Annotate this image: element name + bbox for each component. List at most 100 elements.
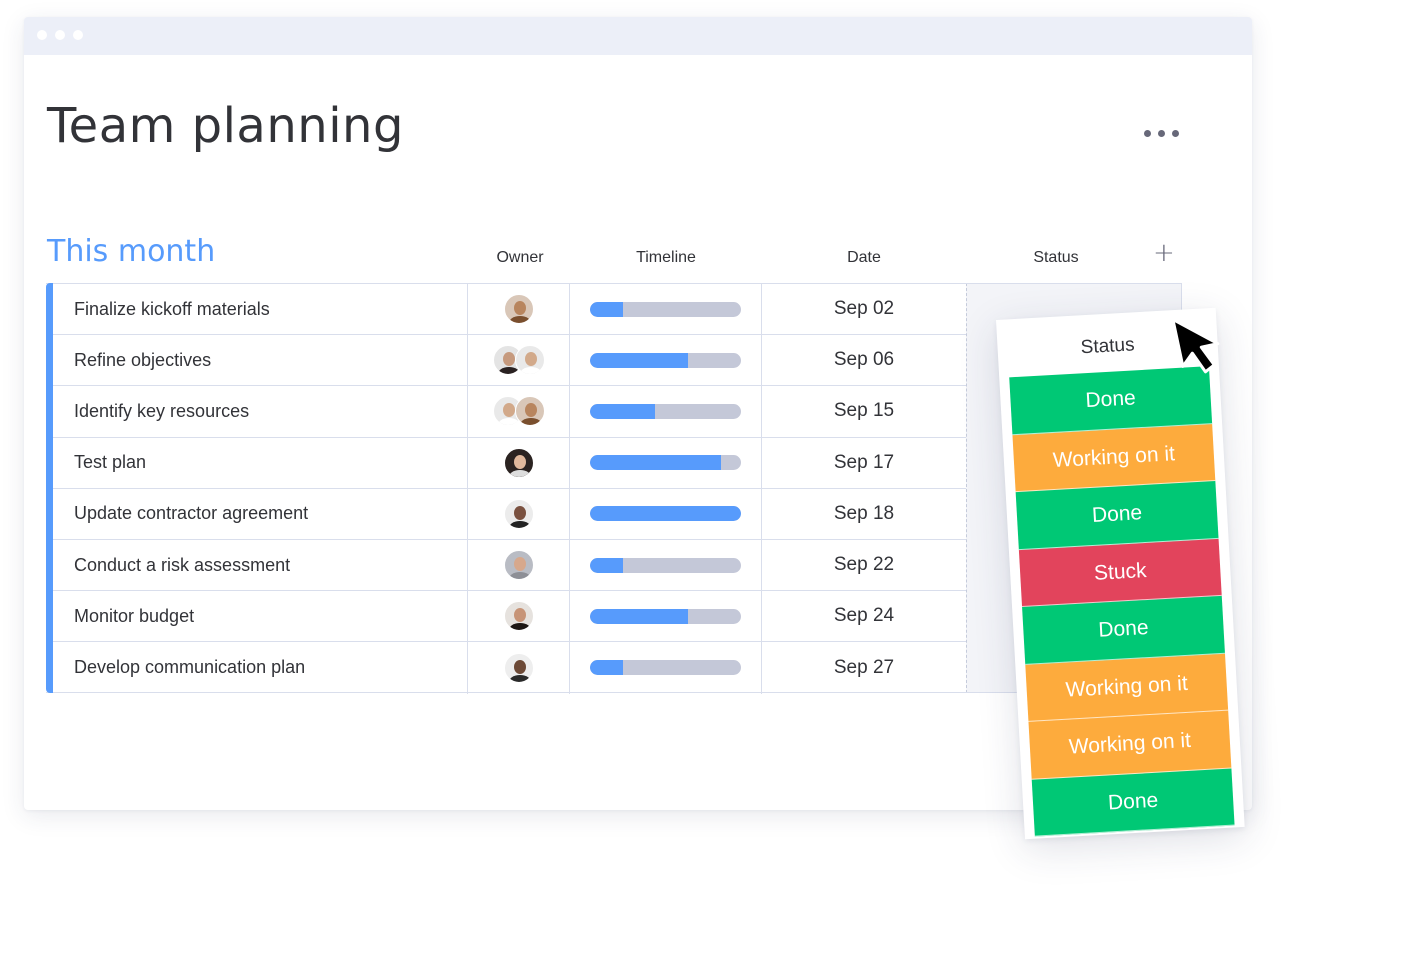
- timeline-bar[interactable]: [590, 455, 741, 471]
- avatar-man-short-hair[interactable]: [514, 345, 545, 376]
- window-dot-icon[interactable]: [55, 30, 65, 40]
- task-name[interactable]: Monitor budget: [53, 591, 468, 642]
- owner-cell[interactable]: [468, 335, 570, 386]
- owner-avatars: [503, 601, 534, 632]
- group-title[interactable]: This month: [47, 234, 215, 269]
- task-name[interactable]: Develop communication plan: [53, 642, 468, 694]
- task-row[interactable]: Identify key resources Sep 15: [53, 386, 966, 438]
- task-row[interactable]: Finalize kickoff materials Sep 02: [53, 284, 966, 336]
- timeline-cell[interactable]: [570, 335, 762, 386]
- timeline-bar[interactable]: [590, 608, 741, 624]
- task-name[interactable]: Update contractor agreement: [53, 488, 468, 539]
- date-cell[interactable]: Sep 27: [762, 642, 966, 693]
- task-row[interactable]: Update contractor agreement Sep 18: [53, 488, 966, 540]
- timeline-cell[interactable]: [570, 642, 762, 694]
- timeline-bar[interactable]: [590, 506, 741, 522]
- timeline-cell[interactable]: [570, 437, 762, 488]
- task-name[interactable]: Test plan: [53, 437, 468, 488]
- column-header-date[interactable]: Date: [762, 249, 966, 267]
- owner-cell[interactable]: [468, 540, 570, 591]
- task-row[interactable]: Refine objectives Sep 06: [53, 335, 966, 387]
- task-name[interactable]: Identify key resources: [53, 386, 468, 437]
- timeline-bar[interactable]: [590, 660, 741, 676]
- date-cell[interactable]: Sep 17: [762, 438, 966, 488]
- task-name[interactable]: Finalize kickoff materials: [53, 284, 468, 335]
- timeline-bar-fill: [590, 557, 624, 573]
- add-column-button[interactable]: +: [1153, 240, 1175, 266]
- more-dot-icon: [1158, 130, 1165, 137]
- timeline-bar-fill: [590, 403, 655, 419]
- avatar-body: [497, 367, 520, 375]
- task-row[interactable]: Monitor budget Sep 24: [53, 591, 966, 643]
- timeline-bar-fill: [590, 660, 624, 676]
- avatar-body: [519, 367, 542, 375]
- date-cell[interactable]: Sep 22: [762, 540, 966, 590]
- avatar-face: [502, 403, 515, 418]
- avatar-man-beard[interactable]: [503, 498, 534, 529]
- avatar-man-bald-beard[interactable]: [503, 550, 534, 581]
- owner-avatars: [503, 550, 534, 581]
- window-controls: [37, 30, 83, 40]
- column-header-owner[interactable]: Owner: [470, 249, 570, 267]
- timeline-cell[interactable]: [570, 540, 762, 591]
- date-cell[interactable]: Sep 18: [762, 489, 966, 539]
- owner-avatars: [503, 294, 534, 325]
- window-titlebar: [24, 17, 1252, 55]
- date-cell[interactable]: Sep 24: [762, 591, 966, 641]
- avatar-man-smiling[interactable]: [503, 652, 534, 683]
- task-row[interactable]: Conduct a risk assessment Sep 22: [53, 540, 966, 592]
- avatar-woman-long-hair[interactable]: [514, 396, 545, 427]
- status-label-done[interactable]: Done: [1031, 768, 1235, 837]
- avatar-woman-curly-hair[interactable]: [503, 601, 534, 632]
- page-title: Team planning: [47, 98, 404, 154]
- avatar-woman-dark-background[interactable]: [503, 447, 534, 478]
- avatar-face: [524, 352, 537, 367]
- avatar-body: [508, 469, 531, 477]
- avatar-face: [513, 608, 526, 623]
- column-header-timeline[interactable]: Timeline: [570, 249, 762, 267]
- avatar-face: [513, 557, 526, 572]
- avatar-body: [497, 418, 520, 426]
- task-row[interactable]: Develop communication plan Sep 27: [53, 642, 966, 694]
- column-header-status[interactable]: Status: [966, 249, 1146, 267]
- task-name[interactable]: Conduct a risk assessment: [53, 540, 468, 591]
- timeline-bar[interactable]: [590, 557, 741, 573]
- status-column-panel[interactable]: Status Done Working on it Done Stuck Done Wor…: [996, 307, 1245, 840]
- timeline-cell[interactable]: [570, 591, 762, 642]
- owner-cell[interactable]: [468, 386, 570, 437]
- date-cell[interactable]: Sep 06: [762, 335, 966, 385]
- timeline-bar-fill: [590, 506, 741, 522]
- avatar-face: [513, 454, 526, 469]
- avatar-woman-long-hair[interactable]: [503, 294, 534, 325]
- avatar-face: [524, 403, 537, 418]
- timeline-cell[interactable]: [570, 386, 762, 437]
- avatar-body: [519, 418, 542, 426]
- owner-avatars: [492, 396, 545, 427]
- timeline-bar[interactable]: [590, 352, 741, 368]
- owner-avatars: [492, 345, 545, 376]
- task-row[interactable]: Test plan Sep 17: [53, 437, 966, 489]
- timeline-cell[interactable]: [570, 488, 762, 539]
- more-options-button[interactable]: [1140, 126, 1183, 141]
- avatar-body: [508, 674, 531, 682]
- avatar-face: [513, 659, 526, 674]
- owner-avatars: [503, 498, 534, 529]
- window-dot-icon[interactable]: [37, 30, 47, 40]
- owner-cell[interactable]: [468, 642, 570, 694]
- date-cell[interactable]: Sep 15: [762, 386, 966, 436]
- task-name[interactable]: Refine objectives: [53, 335, 468, 386]
- timeline-cell[interactable]: [570, 284, 762, 335]
- date-cell[interactable]: Sep 02: [762, 284, 966, 334]
- avatar-face: [513, 301, 526, 316]
- avatar-face: [513, 505, 526, 520]
- avatar-body: [508, 316, 531, 324]
- owner-cell[interactable]: [468, 591, 570, 642]
- owner-cell[interactable]: [468, 488, 570, 539]
- timeline-bar-fill: [590, 352, 689, 368]
- timeline-bar[interactable]: [590, 403, 741, 419]
- owner-cell[interactable]: [468, 284, 570, 335]
- timeline-bar[interactable]: [590, 301, 741, 317]
- window-dot-icon[interactable]: [73, 30, 83, 40]
- timeline-bar-fill: [590, 301, 624, 317]
- owner-cell[interactable]: [468, 437, 570, 488]
